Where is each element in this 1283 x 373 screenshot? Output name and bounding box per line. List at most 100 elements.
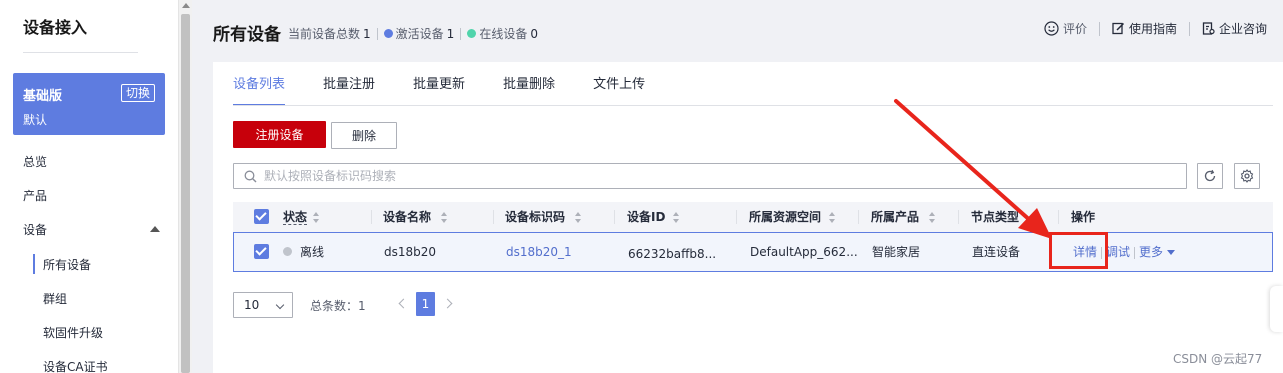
edition-name: 基础版: [23, 89, 63, 104]
sort-icon[interactable]: [575, 212, 582, 223]
sidebar-item-devices[interactable]: 设备: [23, 221, 47, 238]
column-divider: [493, 210, 494, 224]
column-resource-space-label: 所属资源空间: [749, 210, 822, 224]
select-all-checkbox[interactable]: [254, 209, 269, 224]
rate-button[interactable]: 评价: [1044, 20, 1087, 37]
sort-icon[interactable]: [673, 212, 680, 223]
column-node-type-label: 节点类型: [971, 210, 1020, 224]
refresh-icon: [1204, 169, 1216, 182]
prev-page-icon[interactable]: [398, 298, 409, 309]
watermark: CSDN @云起77: [1173, 352, 1263, 366]
sidebar-item-firmware-upgrade[interactable]: 软固件升级: [43, 324, 103, 341]
sidebar-item-groups[interactable]: 群组: [43, 290, 67, 307]
column-divider: [858, 210, 859, 224]
annotation-highlight-box: [1049, 232, 1108, 269]
tab-batch-delete[interactable]: 批量删除: [503, 74, 555, 106]
sidebar: 设备接入 基础版 切换 默认 总览 产品 设备 所有设备 群组 软固件升级 设备…: [0, 0, 178, 373]
sidebar-divider: [23, 52, 138, 53]
tabs-divider: [233, 105, 1273, 106]
consult-label: 企业咨询: [1218, 22, 1267, 36]
more-dropdown[interactable]: 更多: [1139, 245, 1176, 259]
sort-icon[interactable]: [313, 212, 320, 223]
cell-product: 智能家居: [872, 245, 921, 259]
offline-status-dot-icon: [283, 247, 292, 256]
floating-side-widget[interactable]: [1270, 286, 1283, 332]
column-actions-label: 操作: [1071, 210, 1096, 224]
chevron-down-icon: [275, 300, 285, 310]
refresh-button[interactable]: [1197, 163, 1223, 189]
device-stats: 当前设备总数 1 激活设备 1 在线设备 0: [288, 25, 538, 42]
table-row[interactable]: 离线 ds18b20 ds18b20_1 66232baffb8... Defa…: [233, 232, 1273, 272]
column-identifier-label: 设备标识码: [505, 210, 566, 224]
sort-icon[interactable]: [929, 212, 936, 223]
cell-status: 离线: [283, 233, 324, 271]
column-product-label: 所属产品: [871, 210, 920, 224]
edition-card: 基础版 切换 默认: [13, 73, 165, 135]
consult-button[interactable]: 企业咨询: [1202, 20, 1267, 37]
tab-batch-update[interactable]: 批量更新: [413, 74, 465, 106]
sidebar-title: 设备接入: [23, 18, 88, 37]
sidebar-item-ca-certificates[interactable]: 设备CA证书: [43, 358, 108, 373]
tab-batch-register[interactable]: 批量注册: [323, 74, 375, 106]
edition-switch-button[interactable]: 切换: [120, 84, 155, 102]
sidebar-item-all-devices[interactable]: 所有设备: [43, 256, 91, 273]
current-page-button[interactable]: 1: [416, 292, 435, 316]
search-input[interactable]: [264, 167, 1164, 185]
guide-edit-icon: [1112, 22, 1124, 35]
column-divider: [736, 210, 737, 224]
cell-identifier-link[interactable]: ds18b20_1: [506, 233, 572, 271]
sort-icon[interactable]: [441, 212, 448, 223]
row-checkbox[interactable]: [254, 244, 269, 259]
page-size-select[interactable]: 10: [233, 292, 293, 318]
active-value: 1: [446, 26, 455, 41]
scroll-up-arrow-icon[interactable]: [182, 3, 190, 8]
gear-icon: [1240, 169, 1254, 183]
search-icon: [244, 170, 257, 183]
column-header-name[interactable]: 设备名称: [383, 202, 448, 232]
guide-button[interactable]: 使用指南: [1112, 20, 1177, 37]
column-header-product[interactable]: 所属产品: [871, 202, 936, 232]
caret-down-icon: [1167, 250, 1176, 255]
sidebar-item-overview[interactable]: 总览: [23, 153, 47, 170]
page-size-value: 10: [244, 298, 260, 312]
debug-link[interactable]: 调试: [1106, 245, 1130, 259]
column-header-actions: 操作: [1071, 202, 1095, 232]
column-header-identifier[interactable]: 设备标识码: [505, 202, 582, 232]
scrollbar-thumb[interactable]: [181, 14, 190, 373]
total-count: 总条数：1: [310, 299, 366, 313]
header-divider: [1098, 21, 1100, 36]
column-divider: [1058, 210, 1059, 224]
more-label: 更多: [1139, 245, 1164, 259]
sidebar-item-products[interactable]: 产品: [23, 187, 47, 204]
total-value: 1: [363, 26, 371, 41]
register-device-button[interactable]: 注册设备: [233, 121, 326, 148]
column-header-device-id[interactable]: 设备ID: [627, 202, 680, 232]
column-device-id-label: 设备ID: [627, 210, 666, 224]
total-label: 当前设备总数: [288, 27, 361, 41]
next-page-icon[interactable]: [442, 298, 453, 309]
page-header: 所有设备 当前设备总数 1 激活设备 1 在线设备 0 评价 使用指南 企业咨询: [196, 0, 1283, 60]
tab-device-list[interactable]: 设备列表: [233, 74, 286, 106]
settings-button[interactable]: [1234, 163, 1260, 189]
search-box: [233, 163, 1187, 189]
chevron-up-icon[interactable]: [150, 226, 160, 232]
header-divider: [1188, 21, 1190, 36]
cell-device-name: ds18b20: [384, 245, 437, 259]
column-header-node-type: 节点类型: [971, 202, 1019, 232]
column-header-resource-space[interactable]: 所属资源空间: [749, 202, 836, 232]
cell-resource-space: DefaultApp_662...: [750, 245, 858, 259]
status-text: 离线: [300, 245, 325, 259]
guide-label: 使用指南: [1128, 22, 1177, 36]
delete-button[interactable]: 删除: [331, 122, 397, 149]
tab-file-upload[interactable]: 文件上传: [593, 74, 645, 106]
active-label: 激活设备: [395, 27, 444, 41]
column-name-label: 设备名称: [383, 210, 432, 224]
sort-icon[interactable]: [829, 212, 836, 223]
tab-bar: 设备列表 批量注册 批量更新 批量删除 文件上传: [233, 74, 683, 106]
header-actions: 评价 使用指南 企业咨询: [1044, 20, 1267, 37]
online-dot-icon: [467, 29, 477, 38]
online-label: 在线设备: [479, 27, 528, 41]
column-status-label: 状态: [283, 210, 308, 225]
column-divider: [958, 210, 959, 224]
column-header-status[interactable]: 状态: [283, 202, 320, 232]
